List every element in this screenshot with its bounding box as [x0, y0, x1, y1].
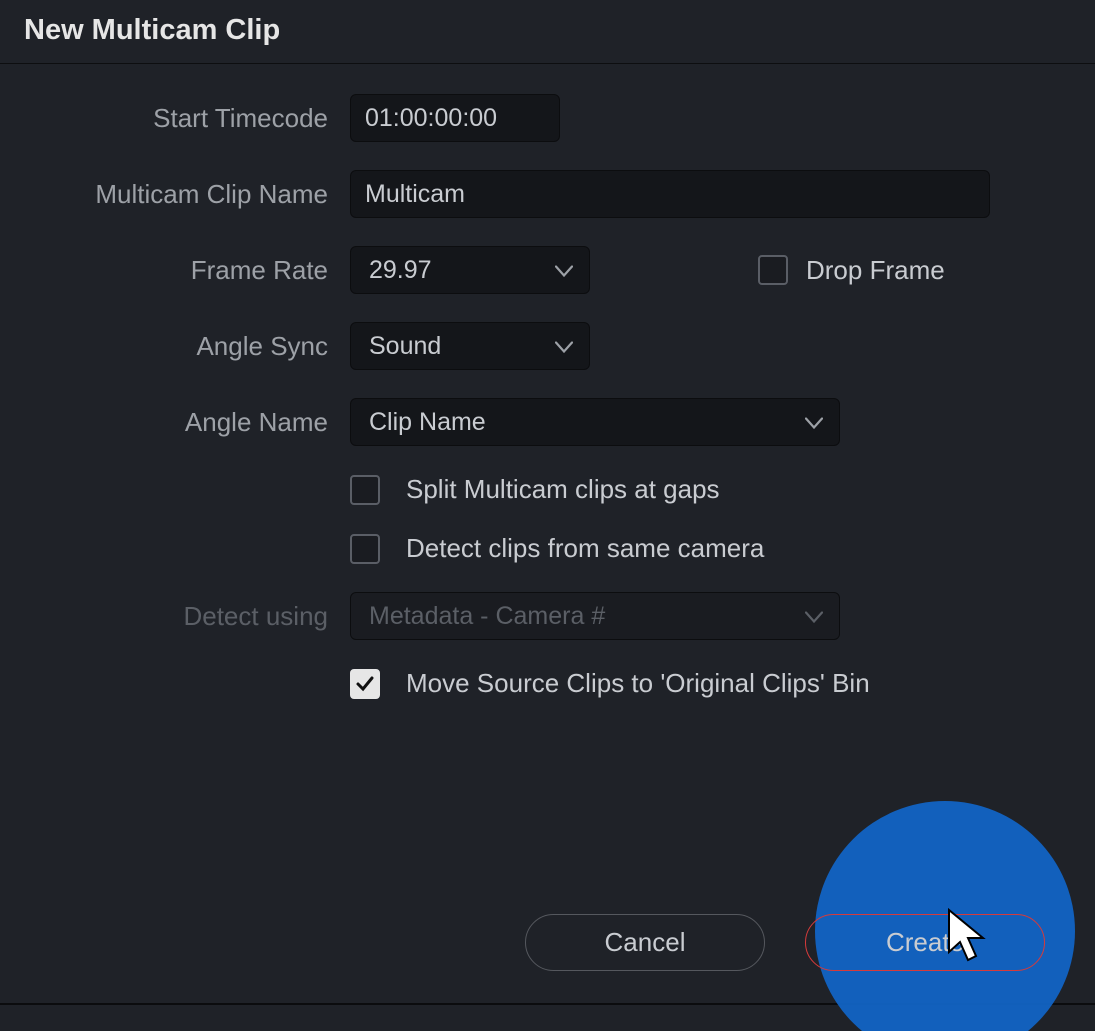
frame-rate-select[interactable]: 29.97: [350, 246, 590, 294]
angle-name-select[interactable]: Clip Name: [350, 398, 840, 446]
move-source-clips-checkbox[interactable]: [350, 669, 380, 699]
dialog-button-row: Cancel Create: [525, 914, 1045, 971]
chevron-down-icon: [555, 256, 573, 285]
angle-sync-select[interactable]: Sound: [350, 322, 590, 370]
start-timecode-label: Start Timecode: [50, 103, 350, 134]
chevron-down-icon: [555, 332, 573, 361]
frame-rate-value: 29.97: [369, 256, 432, 285]
chevron-down-icon: [805, 408, 823, 437]
detect-using-select: Metadata - Camera #: [350, 592, 840, 640]
detect-using-label: Detect using: [50, 601, 350, 632]
drop-frame-checkbox[interactable]: [758, 255, 788, 285]
start-timecode-input[interactable]: [350, 94, 560, 142]
move-source-clips-label[interactable]: Move Source Clips to 'Original Clips' Bi…: [406, 668, 870, 699]
dialog-title: New Multicam Clip: [0, 0, 1095, 64]
angle-sync-value: Sound: [369, 332, 441, 361]
chevron-down-icon: [805, 602, 823, 631]
angle-name-value: Clip Name: [369, 408, 486, 437]
dialog-form: Start Timecode Multicam Clip Name Frame …: [0, 64, 1095, 699]
detect-using-value: Metadata - Camera #: [369, 602, 605, 631]
clip-name-input[interactable]: [350, 170, 990, 218]
new-multicam-dialog: New Multicam Clip Start Timecode Multica…: [0, 0, 1095, 1031]
frame-rate-label: Frame Rate: [50, 255, 350, 286]
dialog-footer-divider: [0, 1003, 1095, 1005]
split-gaps-label[interactable]: Split Multicam clips at gaps: [406, 474, 720, 505]
angle-sync-label: Angle Sync: [50, 331, 350, 362]
detect-same-camera-checkbox[interactable]: [350, 534, 380, 564]
drop-frame-label[interactable]: Drop Frame: [806, 255, 945, 286]
clip-name-label: Multicam Clip Name: [50, 179, 350, 210]
detect-same-camera-label[interactable]: Detect clips from same camera: [406, 533, 764, 564]
angle-name-label: Angle Name: [50, 407, 350, 438]
cancel-button[interactable]: Cancel: [525, 914, 765, 971]
create-button[interactable]: Create: [805, 914, 1045, 971]
split-gaps-checkbox[interactable]: [350, 475, 380, 505]
